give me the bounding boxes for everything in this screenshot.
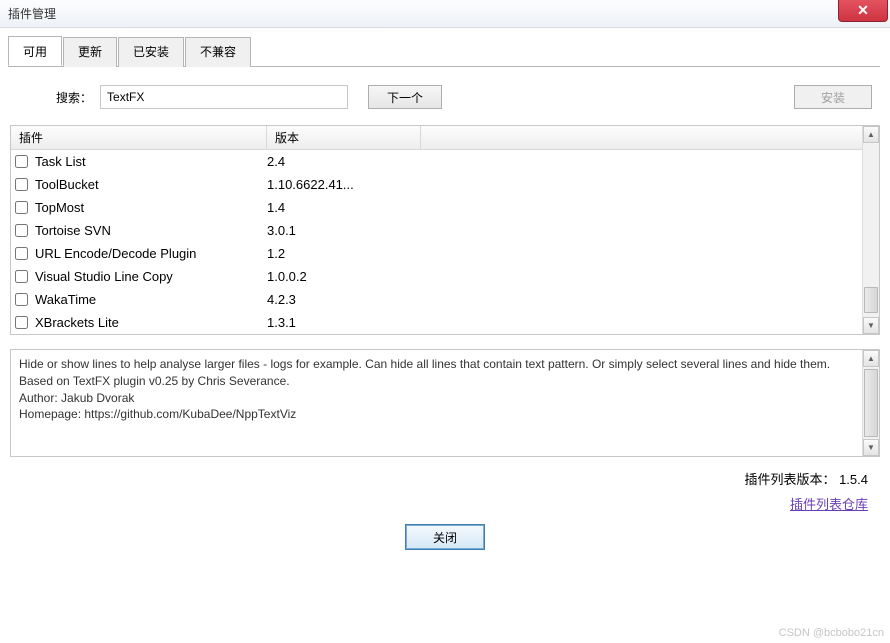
table-row[interactable]: URL Encode/Decode Plugin1.2 bbox=[11, 242, 879, 265]
scroll-track[interactable] bbox=[863, 143, 879, 317]
plugin-admin-window: 插件管理 ✕ 可用 更新 已安装 不兼容 搜索： 下一个 安装 插件 版本 Ta… bbox=[0, 0, 890, 643]
version-label: 插件列表版本： bbox=[744, 472, 835, 487]
row-checkbox-cell bbox=[15, 247, 31, 260]
row-checkbox[interactable] bbox=[15, 155, 28, 168]
row-plugin-name: TopMost bbox=[31, 200, 267, 215]
row-checkbox[interactable] bbox=[15, 316, 28, 329]
row-plugin-version: 1.10.6622.41... bbox=[267, 177, 879, 192]
table-row[interactable]: Tortoise SVN3.0.1 bbox=[11, 219, 879, 242]
footer-repo: 插件列表仓库 bbox=[10, 494, 880, 513]
row-checkbox-cell bbox=[15, 293, 31, 306]
description-text: Hide or show lines to help analyse large… bbox=[19, 356, 851, 423]
row-checkbox-cell bbox=[15, 316, 31, 329]
row-checkbox[interactable] bbox=[15, 178, 28, 191]
row-checkbox-cell bbox=[15, 178, 31, 191]
search-row: 搜索： 下一个 安装 bbox=[10, 85, 880, 109]
tab-available[interactable]: 可用 bbox=[8, 36, 62, 66]
version-value: 1.5.4 bbox=[839, 472, 868, 487]
scroll-down-icon[interactable]: ▼ bbox=[863, 439, 879, 456]
scroll-track[interactable] bbox=[863, 367, 879, 439]
column-header-spacer bbox=[421, 126, 879, 149]
tab-updates[interactable]: 更新 bbox=[63, 37, 117, 67]
dialog-content: 可用 更新 已安装 不兼容 搜索： 下一个 安装 插件 版本 Task List… bbox=[0, 28, 890, 643]
search-input[interactable] bbox=[100, 85, 348, 109]
close-button[interactable]: 关闭 bbox=[406, 525, 484, 549]
row-checkbox-cell bbox=[15, 201, 31, 214]
row-plugin-version: 3.0.1 bbox=[267, 223, 879, 238]
row-plugin-name: Tortoise SVN bbox=[31, 223, 267, 238]
description-box: Hide or show lines to help analyse large… bbox=[10, 349, 880, 457]
row-checkbox-cell bbox=[15, 270, 31, 283]
search-label: 搜索： bbox=[56, 89, 92, 106]
table-scrollbar[interactable]: ▲ ▼ bbox=[862, 126, 879, 334]
scroll-thumb[interactable] bbox=[864, 287, 878, 313]
table-row[interactable]: ToolBucket1.10.6622.41... bbox=[11, 173, 879, 196]
row-checkbox[interactable] bbox=[15, 247, 28, 260]
table-row[interactable]: Task List2.4 bbox=[11, 150, 879, 173]
scroll-up-icon[interactable]: ▲ bbox=[863, 350, 879, 367]
row-plugin-name: Visual Studio Line Copy bbox=[31, 269, 267, 284]
row-plugin-version: 1.2 bbox=[267, 246, 879, 261]
row-plugin-version: 2.4 bbox=[267, 154, 879, 169]
scroll-thumb[interactable] bbox=[864, 369, 878, 437]
scroll-down-icon[interactable]: ▼ bbox=[863, 317, 879, 334]
install-button[interactable]: 安装 bbox=[794, 85, 872, 109]
column-header-version[interactable]: 版本 bbox=[267, 126, 421, 149]
table-header: 插件 版本 bbox=[11, 126, 879, 150]
table-row[interactable]: WakaTime4.2.3 bbox=[11, 288, 879, 311]
row-plugin-name: Task List bbox=[31, 154, 267, 169]
row-plugin-name: XBrackets Lite bbox=[31, 315, 267, 330]
table-row[interactable]: XBrackets Lite1.3.1 bbox=[11, 311, 879, 334]
tab-incompatible[interactable]: 不兼容 bbox=[185, 37, 251, 67]
window-close-button[interactable]: ✕ bbox=[838, 0, 888, 22]
window-title: 插件管理 bbox=[8, 5, 56, 22]
footer-close-row: 关闭 bbox=[10, 525, 880, 549]
row-checkbox-cell bbox=[15, 155, 31, 168]
desc-scrollbar[interactable]: ▲ ▼ bbox=[862, 350, 879, 456]
next-button[interactable]: 下一个 bbox=[368, 85, 442, 109]
row-plugin-name: ToolBucket bbox=[31, 177, 267, 192]
table-body: Task List2.4ToolBucket1.10.6622.41...Top… bbox=[11, 150, 879, 334]
footer-version: 插件列表版本： 1.5.4 bbox=[10, 469, 880, 488]
tab-bar: 可用 更新 已安装 不兼容 bbox=[8, 36, 880, 67]
tab-installed[interactable]: 已安装 bbox=[118, 37, 184, 67]
row-plugin-name: URL Encode/Decode Plugin bbox=[31, 246, 267, 261]
plugin-table: 插件 版本 Task List2.4ToolBucket1.10.6622.41… bbox=[10, 125, 880, 335]
repo-link[interactable]: 插件列表仓库 bbox=[790, 497, 868, 512]
row-plugin-version: 1.0.0.2 bbox=[267, 269, 879, 284]
row-plugin-name: WakaTime bbox=[31, 292, 267, 307]
titlebar: 插件管理 ✕ bbox=[0, 0, 890, 28]
row-checkbox[interactable] bbox=[15, 224, 28, 237]
row-checkbox-cell bbox=[15, 224, 31, 237]
column-header-plugin[interactable]: 插件 bbox=[11, 126, 267, 149]
row-plugin-version: 1.4 bbox=[267, 200, 879, 215]
row-checkbox[interactable] bbox=[15, 270, 28, 283]
row-plugin-version: 1.3.1 bbox=[267, 315, 879, 330]
close-icon: ✕ bbox=[857, 2, 869, 19]
row-checkbox[interactable] bbox=[15, 293, 28, 306]
scroll-up-icon[interactable]: ▲ bbox=[863, 126, 879, 143]
table-row[interactable]: Visual Studio Line Copy1.0.0.2 bbox=[11, 265, 879, 288]
row-checkbox[interactable] bbox=[15, 201, 28, 214]
row-plugin-version: 4.2.3 bbox=[267, 292, 879, 307]
table-row[interactable]: TopMost1.4 bbox=[11, 196, 879, 219]
